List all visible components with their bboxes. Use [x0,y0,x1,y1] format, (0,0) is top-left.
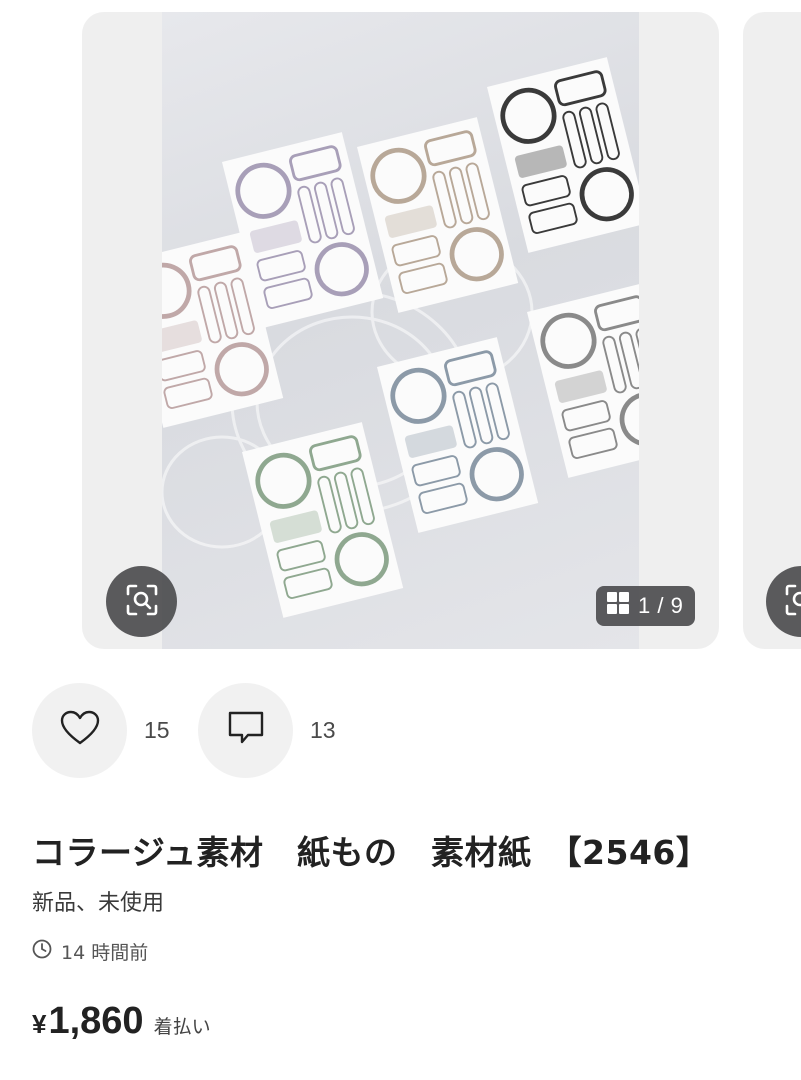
carousel-slide-current[interactable] [82,12,719,649]
posted-time-text: 14 時間前 [61,942,149,964]
item-condition: 新品、未使用 [32,891,165,916]
like-count: 15 [144,716,170,743]
shipping-fee-label: 着払い [153,1016,211,1038]
zoom-search-icon [125,583,159,621]
like-button[interactable] [32,682,127,778]
comment-count: 13 [310,716,336,743]
comment-icon [227,709,265,751]
item-actions: 15 13 [32,682,364,778]
grid-icon [606,591,630,621]
heart-icon [60,710,100,750]
price-amount: 1,860 [48,1000,144,1042]
zoom-search-icon [784,583,801,621]
price-currency: ¥ [32,1009,47,1039]
image-carousel[interactable]: 1 / 9 [0,0,801,660]
posted-time: 14 時間前 [32,938,148,965]
price: ¥ 1,860 着払い [32,1000,211,1043]
item-title: コラージュ素材 紙もの 素材紙 【2546】 [32,833,710,872]
item-detail-page: 1 / 9 15 13 コラージュ素材 紙もの 素材紙 【2546】 新品、未使… [0,0,801,1080]
image-counter-text: 1 / 9 [638,593,684,618]
product-photo-illustration [162,12,639,649]
zoom-button[interactable] [106,566,177,637]
clock-icon [32,939,52,964]
product-photo[interactable] [162,12,639,649]
image-counter-badge[interactable]: 1 / 9 [596,586,696,626]
comment-button[interactable] [198,682,293,778]
carousel-slide-next[interactable] [743,12,801,649]
